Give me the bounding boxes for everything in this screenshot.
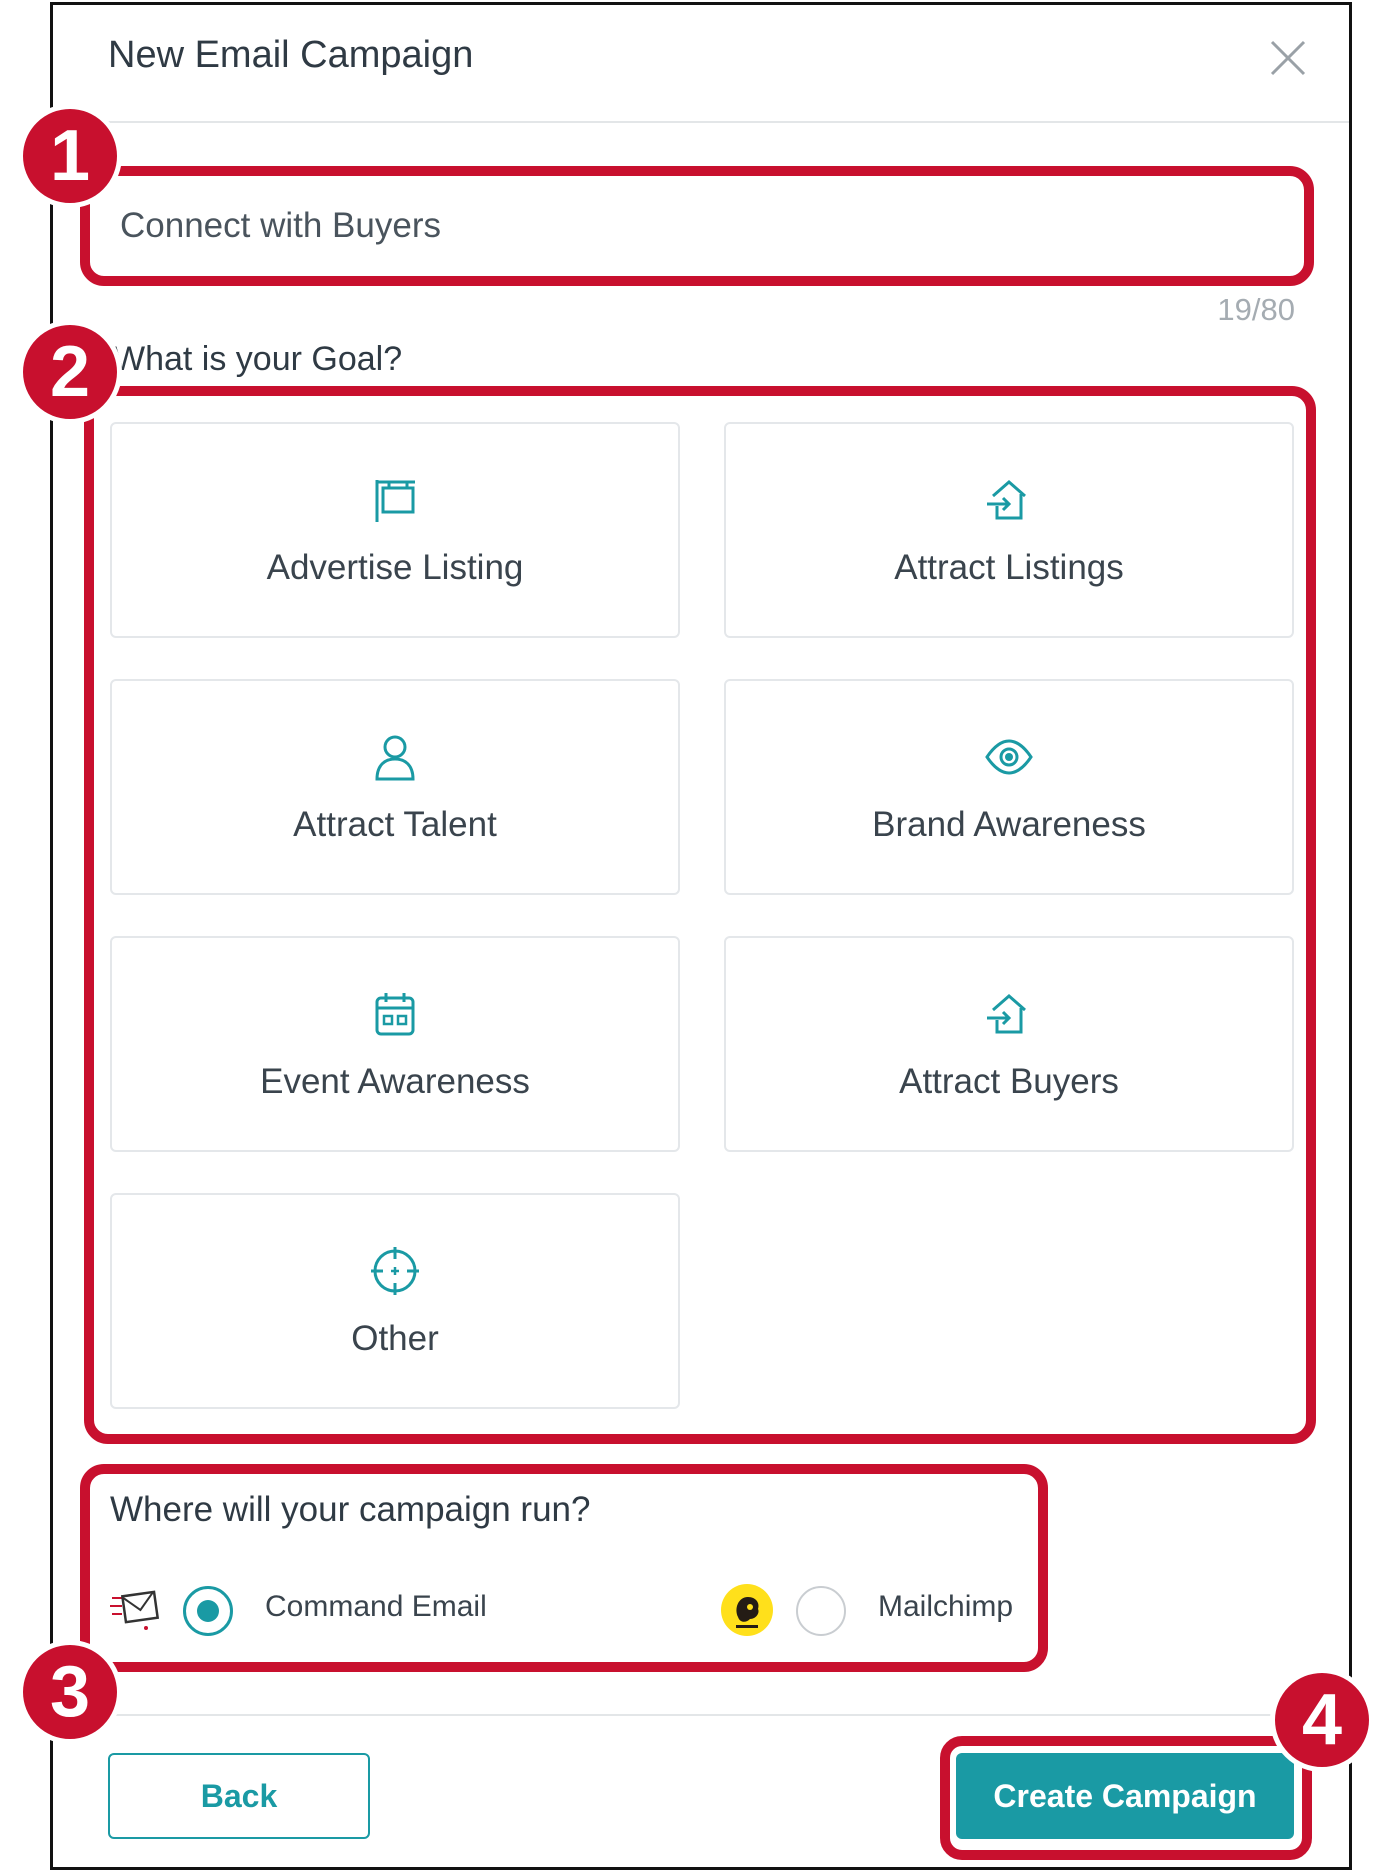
create-campaign-button[interactable]: Create Campaign xyxy=(956,1753,1294,1839)
goal-option-event-awareness[interactable]: Event Awareness xyxy=(110,936,680,1152)
house-arrow-icon xyxy=(987,994,1026,1034)
character-counter: 19/80 xyxy=(1217,292,1295,327)
goal-option-label: Attract Listings xyxy=(894,548,1124,587)
back-button[interactable]: Back xyxy=(108,1753,370,1839)
close-icon[interactable] xyxy=(1266,36,1310,80)
annotation-badge-2: 2 xyxy=(18,320,122,424)
annotation-badge-4: 4 xyxy=(1270,1668,1374,1772)
goal-option-label: Brand Awareness xyxy=(872,805,1146,844)
annotation-badge-3: 3 xyxy=(18,1640,122,1744)
goal-option-label: Other xyxy=(351,1319,439,1358)
crosshair-icon xyxy=(371,1247,419,1295)
mailchimp-label: Mailchimp xyxy=(878,1590,1014,1623)
command-email-label: Command Email xyxy=(265,1590,487,1623)
goal-option-label: Attract Talent xyxy=(293,805,497,844)
goal-option-label: Advertise Listing xyxy=(266,548,524,587)
eye-icon xyxy=(985,739,1033,775)
command-email-logo-icon xyxy=(110,1590,160,1630)
mailchimp-radio[interactable] xyxy=(796,1586,846,1636)
modal-title: New Email Campaign xyxy=(108,34,474,76)
campaign-name-input[interactable] xyxy=(88,176,1308,276)
calendar-icon xyxy=(375,993,415,1036)
goal-option-attract-buyers[interactable]: Attract Buyers xyxy=(724,936,1294,1152)
goal-label: What is your Goal? xyxy=(113,340,403,378)
goal-option-label: Event Awareness xyxy=(260,1062,530,1101)
annotation-badge-1: 1 xyxy=(18,104,122,208)
command-email-radio[interactable] xyxy=(183,1586,233,1636)
mailchimp-logo-icon xyxy=(721,1584,773,1636)
goal-option-advertise-listing[interactable]: Advertise Listing xyxy=(110,422,680,638)
goal-option-other[interactable]: Other xyxy=(110,1193,680,1409)
goal-option-attract-listings[interactable]: Attract Listings xyxy=(724,422,1294,638)
goal-option-attract-talent[interactable]: Attract Talent xyxy=(110,679,680,895)
sign-post-icon xyxy=(375,480,415,522)
footer-divider xyxy=(53,1714,1349,1716)
person-icon xyxy=(375,735,415,781)
platform-label: Where will your campaign run? xyxy=(110,1490,591,1529)
house-arrow-icon xyxy=(987,480,1026,520)
header-divider xyxy=(53,121,1349,123)
goal-option-label: Attract Buyers xyxy=(899,1062,1119,1101)
goal-option-brand-awareness[interactable]: Brand Awareness xyxy=(724,679,1294,895)
